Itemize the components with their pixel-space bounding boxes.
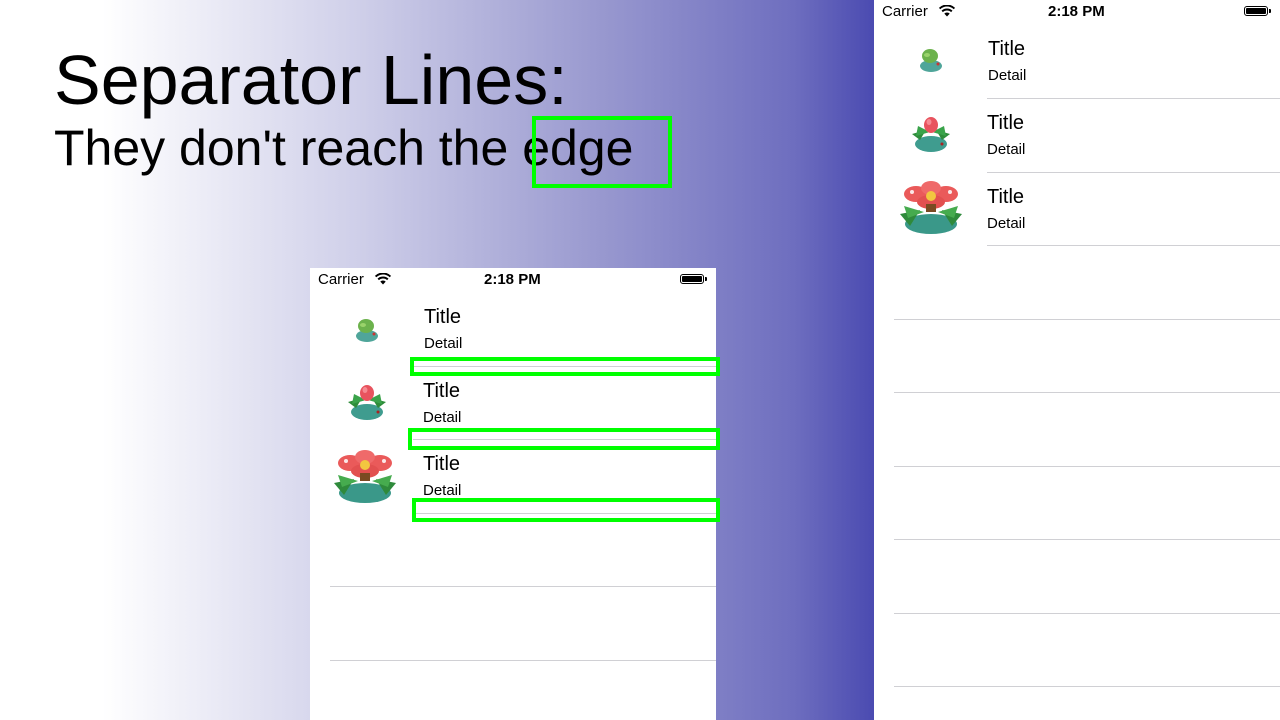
headline-title: Separator Lines:	[54, 41, 568, 119]
ivysaur-sprite-icon	[912, 117, 950, 152]
row-title: Title	[987, 112, 1025, 134]
empty-row-separator	[894, 466, 1280, 467]
battery-icon	[680, 274, 707, 284]
table-row[interactable]: Title Detail	[874, 176, 1280, 249]
empty-row-separator	[330, 586, 716, 587]
row-detail: Detail	[424, 335, 463, 352]
row-detail: Detail	[423, 409, 462, 426]
status-bar: Carrier 2:18 PM	[874, 0, 1280, 26]
row-detail: Detail	[987, 141, 1026, 158]
empty-row-separator	[894, 539, 1280, 540]
empty-row-separator	[330, 660, 716, 661]
highlight-box-separator	[408, 428, 720, 450]
row-title: Title	[987, 186, 1025, 208]
status-time: 2:18 PM	[484, 271, 541, 288]
row-title: Title	[423, 453, 461, 475]
wifi-icon	[374, 273, 392, 285]
empty-row-separator	[894, 686, 1280, 687]
wifi-icon	[938, 5, 956, 17]
row-detail: Detail	[423, 482, 462, 499]
table-row[interactable]: Title Detail	[874, 28, 1280, 101]
bulbasaur-sprite-icon	[356, 319, 378, 342]
status-bar: Carrier 2:18 PM	[310, 268, 716, 294]
row-separator	[987, 245, 1280, 246]
row-detail: Detail	[987, 215, 1026, 232]
highlight-box-separator	[412, 498, 720, 522]
empty-row-separator	[894, 319, 1280, 320]
row-detail: Detail	[988, 67, 1027, 84]
row-title: Title	[423, 380, 461, 402]
highlight-box-edge	[532, 116, 672, 188]
carrier-label: Carrier	[882, 3, 928, 20]
phone-screenshot-full: Carrier 2:18 PM Title Detail Title Detai…	[874, 0, 1280, 720]
battery-icon	[1244, 6, 1271, 16]
headline-subtitle-prefix: They don't reach the	[54, 120, 509, 176]
carrier-label: Carrier	[318, 271, 364, 288]
row-title: Title	[424, 306, 462, 328]
highlight-box-separator	[410, 357, 720, 376]
venusaur-sprite-icon	[334, 450, 396, 503]
row-separator	[987, 98, 1280, 99]
status-time: 2:18 PM	[1048, 3, 1105, 20]
empty-row-separator	[894, 392, 1280, 393]
row-title: Title	[988, 38, 1026, 60]
row-separator	[987, 172, 1280, 173]
venusaur-sprite-icon	[900, 181, 962, 234]
ivysaur-sprite-icon	[348, 385, 386, 420]
phone-screenshot-inset: Carrier 2:18 PM Title Detail Title Detai…	[310, 268, 716, 720]
table-row[interactable]: Title Detail	[874, 102, 1280, 175]
bulbasaur-sprite-icon	[920, 49, 942, 72]
empty-row-separator	[894, 613, 1280, 614]
